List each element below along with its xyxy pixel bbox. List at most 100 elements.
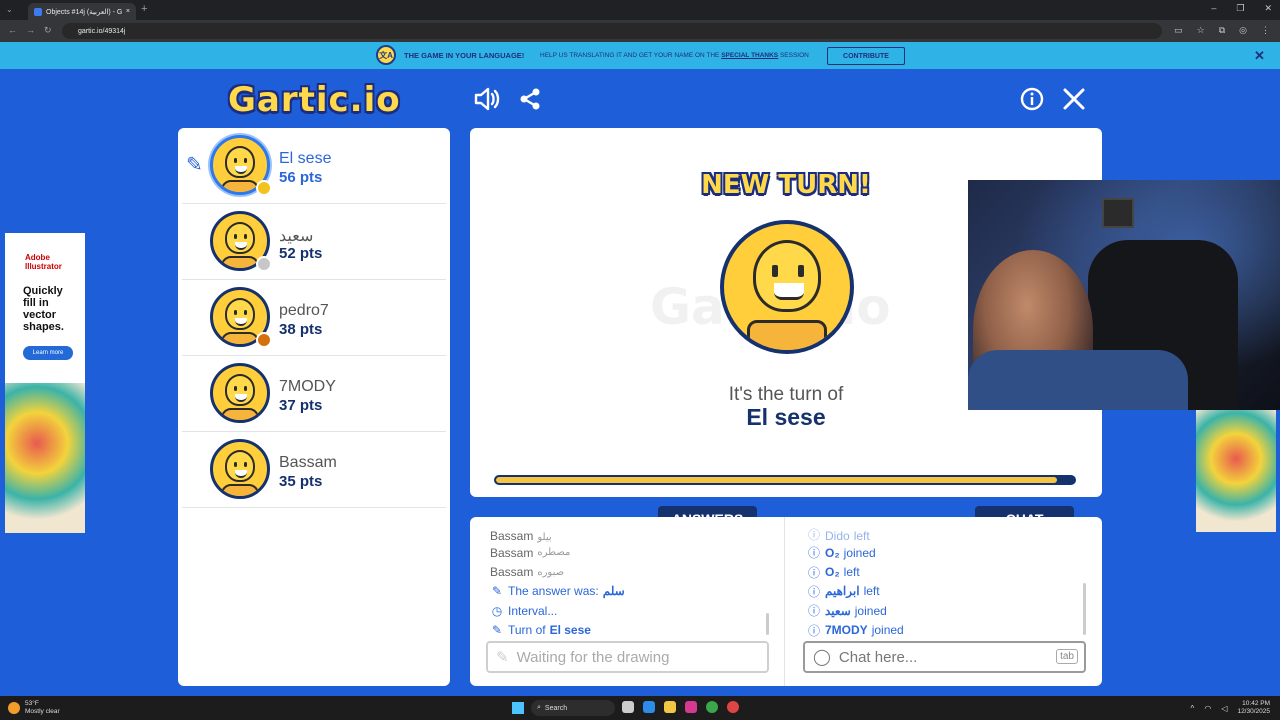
tab-close-icon[interactable]: × [126,8,130,15]
system-tray: ^ ◠ ◁ 10:42 PM 12/30/2025 [1191,700,1270,716]
list-item: ◷ Interval... [491,603,558,618]
chat-list: ⓘ Dido left ⓘ O₂ joined ⓘ O₂ left ⓘ ابراهيم left… [807,527,1087,640]
address-bar: ← → ↻ gartic.io/49314j ▭ ☆ ⧉ ◎ ⋮ [0,20,1280,42]
info-icon: ⓘ [807,565,820,580]
temperature: 53°F [25,700,39,707]
maximize-icon[interactable]: ❐ [1236,3,1244,14]
cast-icon[interactable]: ▭ [1174,25,1183,36]
player-row: سعيد 52 pts [182,204,446,280]
list-item: ⓘ O₂ joined [807,545,876,561]
edge-icon[interactable] [643,701,655,713]
chat-scrollbar[interactable] [1083,583,1086,635]
answers-panel: Bassam بيلو Bassam مصطره Bassam صبوره ✎ The … [470,517,784,686]
advertisement-left[interactable]: Adobe Illustrator Quickly fill in vector… [5,233,85,533]
chrome-icon[interactable] [706,701,718,713]
webcam-overlay [968,180,1280,410]
advertisement-right[interactable] [1196,410,1276,532]
turn-timer-bar [494,475,1076,485]
menu-icon[interactable]: ⋮ [1261,25,1270,36]
task-view-icon[interactable] [622,701,634,713]
avatar[interactable] [210,363,270,423]
search-icon: ⌕ [537,704,541,711]
url-field[interactable]: gartic.io/49314j [62,23,1162,39]
player-status-dot [256,256,272,272]
tab-search-icon[interactable]: ⌄ [6,5,13,14]
list-item: ⓘ سعيد joined [807,603,887,619]
list-item: Bassam مصطره [490,545,571,560]
forward-icon[interactable]: → [26,25,35,35]
ad-learn-more-button[interactable]: Learn more [23,346,73,360]
answers-scrollbar[interactable] [766,613,769,635]
window-controls: – ❐ ✕ [1211,3,1272,14]
player-name: سعيد [279,228,314,245]
player-name: Bassam [279,454,337,471]
window-close-icon[interactable]: ✕ [1264,3,1272,14]
list-item: ⓘ ابراهيم left [807,584,880,599]
info-icon: ⓘ [807,604,820,619]
info-icon: ⓘ [807,546,820,561]
translation-banner: 文A THE GAME IN YOUR LANGUAGE! HELP US TR… [0,42,1280,69]
player-name: El sese [279,150,332,167]
list-item: Bassam بيلو [490,529,552,543]
info-icon[interactable] [1019,86,1045,112]
player-status-dot [256,180,272,196]
volume-icon[interactable]: ◁ [1221,704,1227,713]
sound-icon[interactable] [474,86,500,112]
tab-title: Objects #14j (العربية) - Gartic [46,8,122,16]
ad-artwork [5,383,85,533]
list-item: ✎ Turn of El sese [491,623,591,638]
gartic-favicon-icon [34,7,42,16]
chat-panel: ⓘ Dido left ⓘ O₂ joined ⓘ O₂ left ⓘ ابراهيم left… [784,517,1102,686]
weather-condition: Mostly clear [25,708,60,715]
taskbar-search[interactable]: ⌕ Search [531,700,615,716]
info-icon: ⓘ [807,528,820,542]
chat-input[interactable]: ◯ Chat here... tab [803,641,1086,673]
answers-list: Bassam بيلو Bassam مصطره Bassam صبوره ✎ The … [490,527,770,640]
drawer-avatar [720,220,854,354]
banner-text: HELP US TRANSLATING IT AND GET YOUR NAME… [540,52,809,59]
wall-poster [1102,198,1134,228]
player-row: 7MODY 37 pts [182,356,446,432]
weather-icon [8,702,20,714]
file-explorer-icon[interactable] [664,701,676,713]
taskbar-search-label: Search [544,704,568,712]
reload-icon[interactable]: ↻ [44,25,52,36]
new-tab-button[interactable]: + [141,3,147,15]
list-item: ✎ The answer was: سلم [491,584,625,599]
url-text: gartic.io/49314j [78,27,126,35]
app-icon[interactable] [727,701,739,713]
contribute-button[interactable]: CONTRIBUTE [827,47,905,65]
player-row: pedro7 38 pts [182,280,446,356]
player-points: 35 pts [279,473,323,490]
clock[interactable]: 10:42 PM 12/30/2025 [1237,700,1270,716]
avatar[interactable] [210,439,270,499]
exit-icon[interactable] [1061,86,1087,112]
tray-chevron-icon[interactable]: ^ [1191,704,1195,713]
minimize-icon[interactable]: – [1211,3,1216,14]
player-row: ✎ El sese 56 pts [182,128,446,204]
profile-icon[interactable]: ◎ [1239,25,1247,36]
weather-widget[interactable]: 53°F Mostly clear [8,700,60,716]
bookmark-star-icon[interactable]: ☆ [1197,25,1205,36]
list-item: ⓘ Dido left [807,528,870,543]
info-icon: ⓘ [807,584,820,599]
special-thanks-link[interactable]: SPECIAL THANKS [721,52,778,59]
windows-start-icon[interactable] [512,702,524,714]
answer-placeholder: Waiting for the drawing [516,648,670,666]
answer-input[interactable]: ✎ Waiting for the drawing [486,641,769,673]
list-item: ⓘ O₂ left [807,565,860,580]
browser-tab[interactable]: Objects #14j (العربية) - Gartic × [28,3,136,20]
banner-close-icon[interactable]: ✕ [1254,48,1265,64]
ad-brand: Adobe Illustrator [25,253,62,271]
player-points: 38 pts [279,321,323,338]
player-name: 7MODY [279,378,336,395]
info-icon: ⓘ [807,623,820,638]
instagram-icon[interactable] [685,701,697,713]
wifi-icon[interactable]: ◠ [1204,704,1211,713]
back-icon[interactable]: ← [8,25,17,35]
player-row: Bassam 35 pts [182,432,446,508]
player-points: 52 pts [279,245,323,262]
extensions-icon[interactable]: ⧉ [1219,25,1225,36]
share-icon[interactable] [517,86,543,112]
gartic-logo[interactable]: Gartic.io [228,80,401,120]
